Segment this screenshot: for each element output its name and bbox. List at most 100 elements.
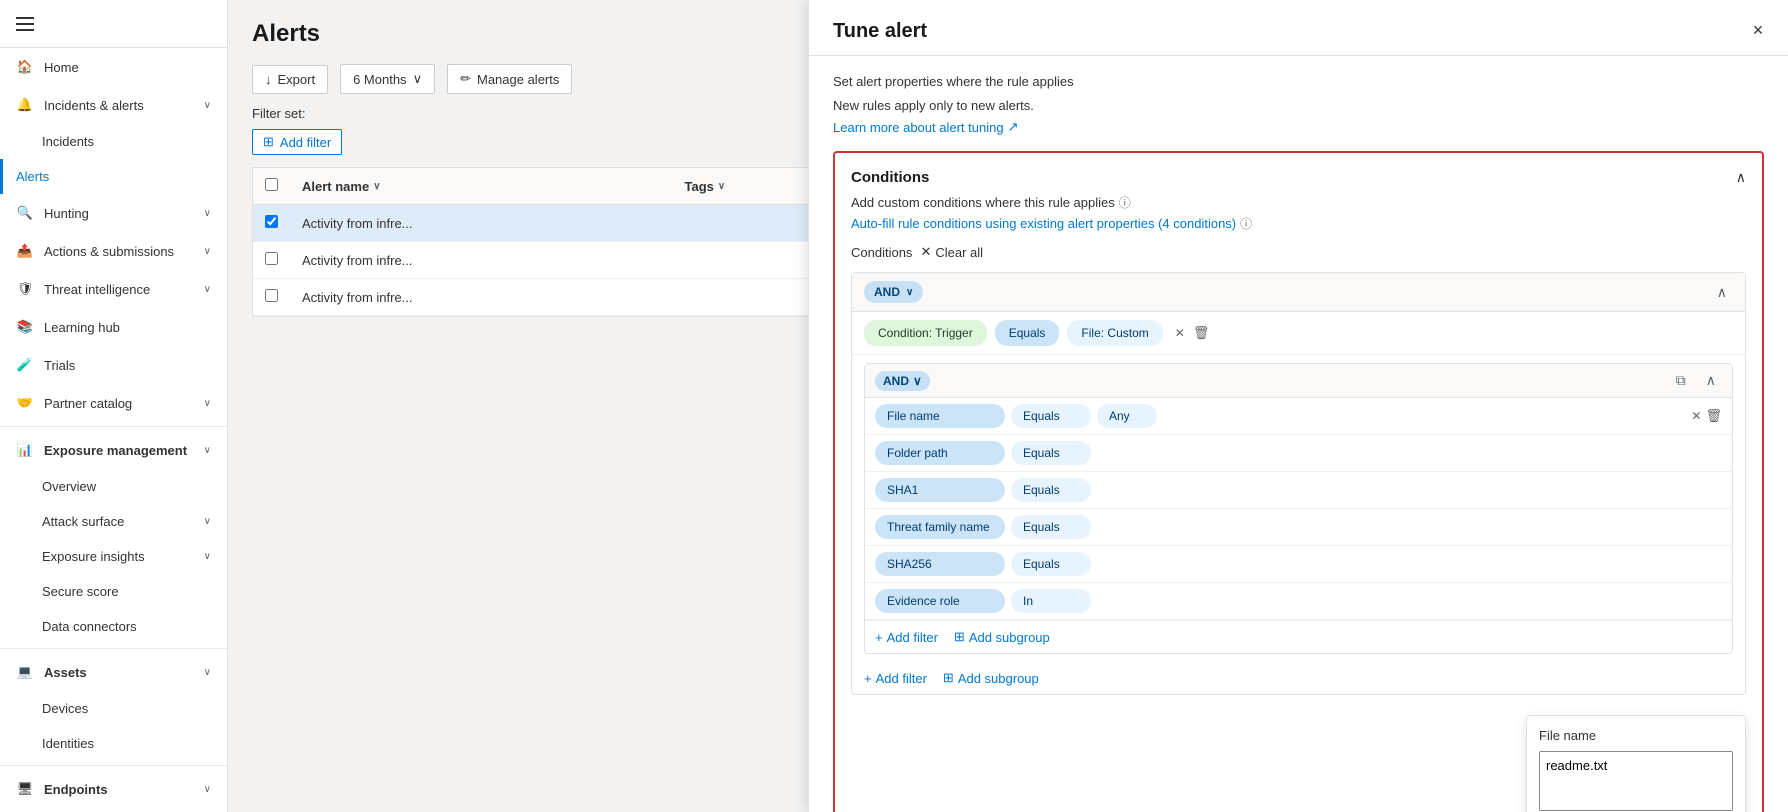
sidebar-item-alerts[interactable]: Alerts [0,159,227,194]
condition-trigger-pill[interactable]: Condition: Trigger [864,320,987,346]
file-custom-pill[interactable]: File: Custom [1067,320,1162,346]
sidebar-item-incidents-alerts[interactable]: 🔔 Incidents & alerts ∨ [0,86,227,124]
export-button[interactable]: ↓ Export [252,65,328,94]
inner-add-subgroup-button[interactable]: ⊞ Add subgroup [954,629,1050,645]
panel-body: Set alert properties where the rule appl… [809,56,1788,812]
filter-delete-button[interactable]: 🗑 [1705,408,1722,424]
filter-field-filename[interactable]: File name [875,404,1005,428]
filter-operator-folderpath[interactable]: Equals [1011,441,1091,465]
conditions-label: Conditions [851,245,912,260]
filter-field-sha256[interactable]: SHA256 [875,552,1005,576]
inner-add-filter-button[interactable]: + Add filter [875,630,938,645]
sidebar: 🏠 Home 🔔 Incidents & alerts ∨ Incidents … [0,0,228,812]
filter-row-filename: File name Equals Any ✕ 🗑 [865,398,1732,435]
conditions-title: Conditions [851,169,929,186]
and-header-actions: ∧ [1711,282,1733,303]
alert-name-cell: Activity from infre... [290,279,673,316]
add-filter-button[interactable]: ⊞ Add filter [252,129,342,155]
info-icon[interactable]: ⓘ [1119,194,1131,211]
filter-field-evidencerole[interactable]: Evidence role [875,589,1005,613]
filename-input[interactable]: readme.txt [1539,751,1733,811]
panel-close-button[interactable]: × [1744,16,1772,44]
sidebar-item-overview[interactable]: Overview [0,469,227,504]
inner-and-collapse-button[interactable]: ∧ [1700,370,1722,391]
partner-catalog-icon: 🤝 [16,394,34,412]
clear-all-button[interactable]: ✕ Clear all [920,244,983,260]
filter-value-filename[interactable]: Any [1097,404,1157,428]
outer-add-filter-button[interactable]: + Add filter [864,671,927,686]
manage-alerts-button[interactable]: ✏ Manage alerts [447,64,572,94]
filename-popup: File name readme.txt "*" wildcard is ena… [1526,715,1746,812]
col-header-alert-name[interactable]: Alert name ∨ [290,168,673,205]
autofill-link[interactable]: Auto-fill rule conditions using existing… [851,215,1746,232]
alert-name-cell: Activity from infre... [290,242,673,279]
main-area: Alerts ↓ Export 6 Months ∨ ✏ Manage aler… [228,0,1788,812]
info-icon-2[interactable]: ⓘ [1240,215,1252,232]
row-checkbox-cell[interactable] [253,242,290,279]
sidebar-item-partner-catalog[interactable]: 🤝 Partner catalog ∨ [0,384,227,422]
plus-icon: + [875,630,883,645]
panel-header: Tune alert × [809,0,1788,56]
filter-operator-sha256[interactable]: Equals [1011,552,1091,576]
sidebar-item-actions-submissions[interactable]: 📤 Actions & submissions ∨ [0,232,227,270]
filter-field-sha1[interactable]: SHA1 [875,478,1005,502]
chevron-down-icon: ∨ [204,445,211,456]
outer-and-badge[interactable]: AND ∨ [864,281,923,303]
sidebar-item-home[interactable]: 🏠 Home [0,48,227,86]
filter-operator-evidencerole[interactable]: In [1011,589,1091,613]
filter-field-folderpath[interactable]: Folder path [875,441,1005,465]
sidebar-item-secure-score[interactable]: Secure score [0,574,227,609]
sidebar-item-attack-surface[interactable]: Attack surface ∨ [0,504,227,539]
sidebar-item-trials[interactable]: 🧪 Trials [0,346,227,384]
filter-row-actions: ✕ 🗑 [1687,408,1722,424]
filter-field-threatfamily[interactable]: Threat family name [875,515,1005,539]
inner-and-copy-button[interactable]: ⧉ [1670,370,1692,391]
months-dropdown[interactable]: 6 Months ∨ [340,64,435,94]
select-all-checkbox[interactable] [265,178,278,191]
row-checkbox[interactable] [265,252,278,265]
filter-operator-sha1[interactable]: Equals [1011,478,1091,502]
sidebar-item-learning-hub[interactable]: 📚 Learning hub [0,308,227,346]
actions-icon: 📤 [16,242,34,260]
panel-desc-1: Set alert properties where the rule appl… [833,72,1764,92]
outer-and-header: AND ∨ ∧ [852,273,1745,312]
condition-delete-button[interactable]: 🗑 [1193,325,1210,341]
sidebar-item-assets[interactable]: 💻 Assets ∨ [0,653,227,691]
outer-group-footer: + Add filter ⊞ Add subgroup [852,662,1745,694]
chevron-down-icon: ∨ [913,374,922,388]
inner-and-group: AND ∨ ⧉ ∧ File name Equals [864,363,1733,654]
sidebar-item-data-connectors[interactable]: Data connectors [0,609,227,644]
learn-more-link[interactable]: Learn more about alert tuning ↗ [833,119,1764,135]
row-checkbox[interactable] [265,289,278,302]
equals-pill[interactable]: Equals [995,320,1060,346]
filter-clear-button[interactable]: ✕ [1691,409,1701,423]
sidebar-item-identities[interactable]: Identities [0,726,227,761]
conditions-collapse-button[interactable]: ∧ [1736,169,1746,186]
outer-add-subgroup-button[interactable]: ⊞ Add subgroup [943,670,1039,686]
sidebar-item-hunting[interactable]: 🔍 Hunting ∨ [0,194,227,232]
hamburger-menu[interactable] [16,17,34,31]
sidebar-item-devices[interactable]: Devices [0,691,227,726]
filter-operator-filename[interactable]: Equals [1011,404,1091,428]
chevron-down-icon: ∨ [204,667,211,678]
chevron-down-icon: ∨ [204,551,211,562]
row-checkbox-cell[interactable] [253,205,290,242]
filter-row-sha1: SHA1 Equals [865,472,1732,509]
sidebar-item-endpoints[interactable]: 🖥 Endpoints ∨ [0,770,227,808]
plus-icon: + [864,671,872,686]
hunting-icon: 🔍 [16,204,34,222]
trials-icon: 🧪 [16,356,34,374]
row-checkbox-cell[interactable] [253,279,290,316]
and-group-collapse-button[interactable]: ∧ [1711,282,1733,303]
sidebar-item-threat-intelligence[interactable]: 🛡 Threat intelligence ∨ [0,270,227,308]
filter-operator-threatfamily[interactable]: Equals [1011,515,1091,539]
chevron-down-icon: ∨ [204,784,211,795]
condition-clear-button[interactable]: ✕ [1175,326,1185,340]
sidebar-item-exposure-insights[interactable]: Exposure insights ∨ [0,539,227,574]
incidents-alerts-icon: 🔔 [16,96,34,114]
row-checkbox[interactable] [265,215,278,228]
inner-and-badge[interactable]: AND ∨ [875,371,930,391]
select-all-header[interactable] [253,168,290,205]
sidebar-item-exposure-management[interactable]: 📊 Exposure management ∨ [0,431,227,469]
sidebar-item-incidents[interactable]: Incidents [0,124,227,159]
